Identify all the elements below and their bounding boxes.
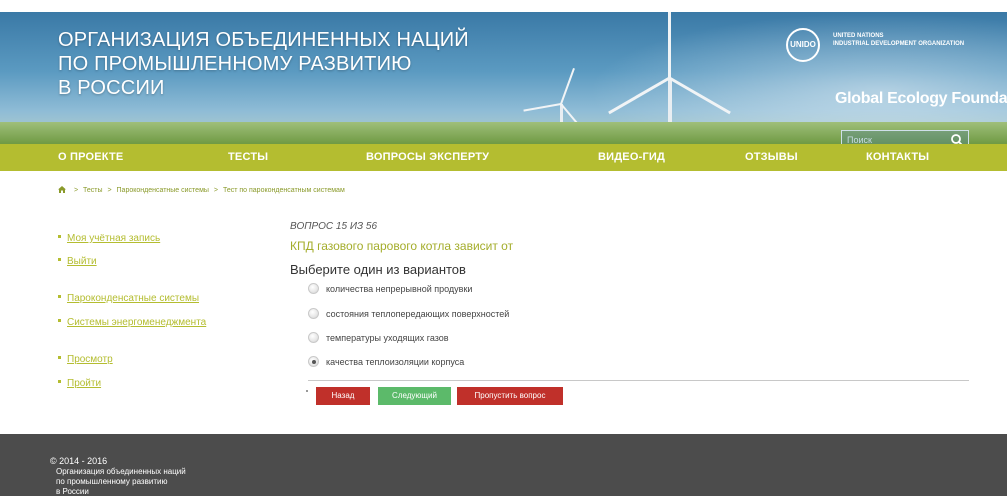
nav-item-video-guide[interactable]: ВИДЕО-ГИД bbox=[598, 151, 665, 163]
organization-title: ОРГАНИЗАЦИЯ ОБЪЕДИНЕННЫХ НАЦИЙ ПО ПРОМЫШ… bbox=[58, 28, 478, 100]
bullet-icon bbox=[58, 295, 61, 298]
radio-button[interactable] bbox=[308, 283, 319, 294]
sidebar-link-label[interactable]: Выйти bbox=[67, 256, 97, 267]
sidebar-item-energy-management[interactable]: Системы энергоменеджмента bbox=[58, 317, 206, 328]
sidebar-link-label[interactable]: Пароконденсатные системы bbox=[67, 293, 199, 304]
footer-copyright: © 2014 - 2016 bbox=[50, 456, 108, 466]
org-title-line-2: ПО ПРОМЫШЛЕННОМУ РАЗВИТИЮ bbox=[58, 53, 412, 75]
answer-option-label: состояния теплопередающих поверхностей bbox=[326, 309, 510, 319]
answer-option-4[interactable]: качества теплоизоляции корпуса bbox=[308, 356, 464, 367]
sidebar-link-label[interactable]: Просмотр bbox=[67, 354, 113, 365]
radio-button[interactable] bbox=[308, 332, 319, 343]
nav-item-tests[interactable]: ТЕСТЫ bbox=[228, 151, 268, 163]
nav-item-contacts[interactable]: КОНТАКТЫ bbox=[866, 151, 929, 163]
unido-logo-text: UNIDO bbox=[790, 40, 816, 49]
nav-item-about[interactable]: О ПРОЕКТЕ bbox=[58, 151, 123, 163]
footer: © 2014 - 2016 Организация объединенных н… bbox=[0, 434, 1007, 496]
sidebar-link-label[interactable]: Моя учётная запись bbox=[67, 233, 160, 244]
answer-option-1[interactable]: количества непрерывной продувки bbox=[308, 283, 472, 294]
answer-option-3[interactable]: температуры уходящих газов bbox=[308, 332, 449, 343]
sidebar-item-logout[interactable]: Выйти bbox=[58, 256, 97, 267]
org-title-line-1: ОРГАНИЗАЦИЯ ОБЪЕДИНЕННЫХ НАЦИЙ bbox=[58, 29, 469, 51]
unido-caption-line-2: INDUSTRIAL DEVELOPMENT ORGANIZATION bbox=[833, 41, 965, 47]
radio-button-selected[interactable] bbox=[308, 356, 319, 367]
back-button[interactable]: Назад bbox=[316, 387, 370, 405]
unido-caption-line-1: UNITED NATIONS bbox=[833, 33, 884, 39]
breadcrumb-steam-condensate[interactable]: Пароконденсатные системы bbox=[117, 187, 209, 194]
breadcrumb-current-test[interactable]: Тест по пароконденсатным системам bbox=[223, 187, 345, 194]
answer-option-label: качества теплоизоляции корпуса bbox=[326, 357, 465, 367]
quiz-divider bbox=[308, 380, 969, 381]
answer-option-label: количества непрерывной продувки bbox=[326, 284, 473, 294]
sidebar-item-take[interactable]: Пройти bbox=[58, 378, 101, 389]
unido-caption: UNITED NATIONS INDUSTRIAL DEVELOPMENT OR… bbox=[833, 32, 964, 48]
home-icon[interactable] bbox=[58, 186, 66, 193]
unido-logo[interactable]: UNIDO bbox=[786, 28, 820, 62]
footer-organization: Организация объединенных наций по промыш… bbox=[56, 467, 186, 496]
bullet-icon bbox=[58, 235, 61, 238]
sidebar-item-my-account[interactable]: Моя учётная запись bbox=[58, 233, 160, 244]
footer-org-line-2: по промышленному развитию bbox=[56, 477, 168, 486]
question-counter: ВОПРОС 15 ИЗ 56 bbox=[290, 221, 378, 232]
question-prompt: Выберите один из вариантов bbox=[290, 262, 466, 277]
bullet-icon bbox=[58, 380, 61, 383]
sidebar-link-label[interactable]: Пройти bbox=[67, 378, 101, 389]
next-button[interactable]: Следующий bbox=[378, 387, 451, 405]
nav-item-expert-questions[interactable]: ВОПРОСЫ ЭКСПЕРТУ bbox=[366, 151, 489, 163]
question-title: КПД газового парового котла зависит от bbox=[290, 239, 514, 253]
sidebar-item-view[interactable]: Просмотр bbox=[58, 354, 113, 365]
breadcrumb-separator: > bbox=[73, 187, 79, 194]
main-nav: О ПРОЕКТЕ ТЕСТЫ ВОПРОСЫ ЭКСПЕРТУ ВИДЕО-Г… bbox=[0, 144, 1007, 171]
bullet-icon bbox=[58, 356, 61, 359]
footer-org-line-3: в России bbox=[56, 487, 89, 496]
radio-button[interactable] bbox=[308, 308, 319, 319]
marker-dot bbox=[306, 390, 308, 392]
header-banner: ОРГАНИЗАЦИЯ ОБЪЕДИНЕННЫХ НАЦИЙ ПО ПРОМЫШ… bbox=[0, 12, 1007, 144]
footer-org-line-1: Организация объединенных наций bbox=[56, 467, 186, 476]
sidebar-item-steam-condensate[interactable]: Пароконденсатные системы bbox=[58, 293, 199, 304]
gef-logo[interactable]: Global Ecology Foundation bbox=[835, 90, 1007, 108]
breadcrumb-tests[interactable]: Тесты bbox=[83, 187, 103, 194]
breadcrumb-separator: > bbox=[107, 187, 112, 194]
skip-question-button[interactable]: Пропустить вопрос bbox=[457, 387, 563, 405]
bullet-icon bbox=[58, 319, 61, 322]
breadcrumb-separator: > bbox=[213, 187, 218, 194]
breadcrumb: > Тесты > Пароконденсатные системы > Тес… bbox=[58, 186, 345, 194]
sidebar-link-label[interactable]: Системы энергоменеджмента bbox=[67, 317, 206, 328]
bullet-icon bbox=[58, 258, 61, 261]
answer-option-label: температуры уходящих газов bbox=[326, 333, 449, 343]
answer-option-2[interactable]: состояния теплопередающих поверхностей bbox=[308, 308, 509, 319]
nav-item-reviews[interactable]: ОТЗЫВЫ bbox=[745, 151, 798, 163]
org-title-line-3: В РОССИИ bbox=[58, 77, 165, 99]
